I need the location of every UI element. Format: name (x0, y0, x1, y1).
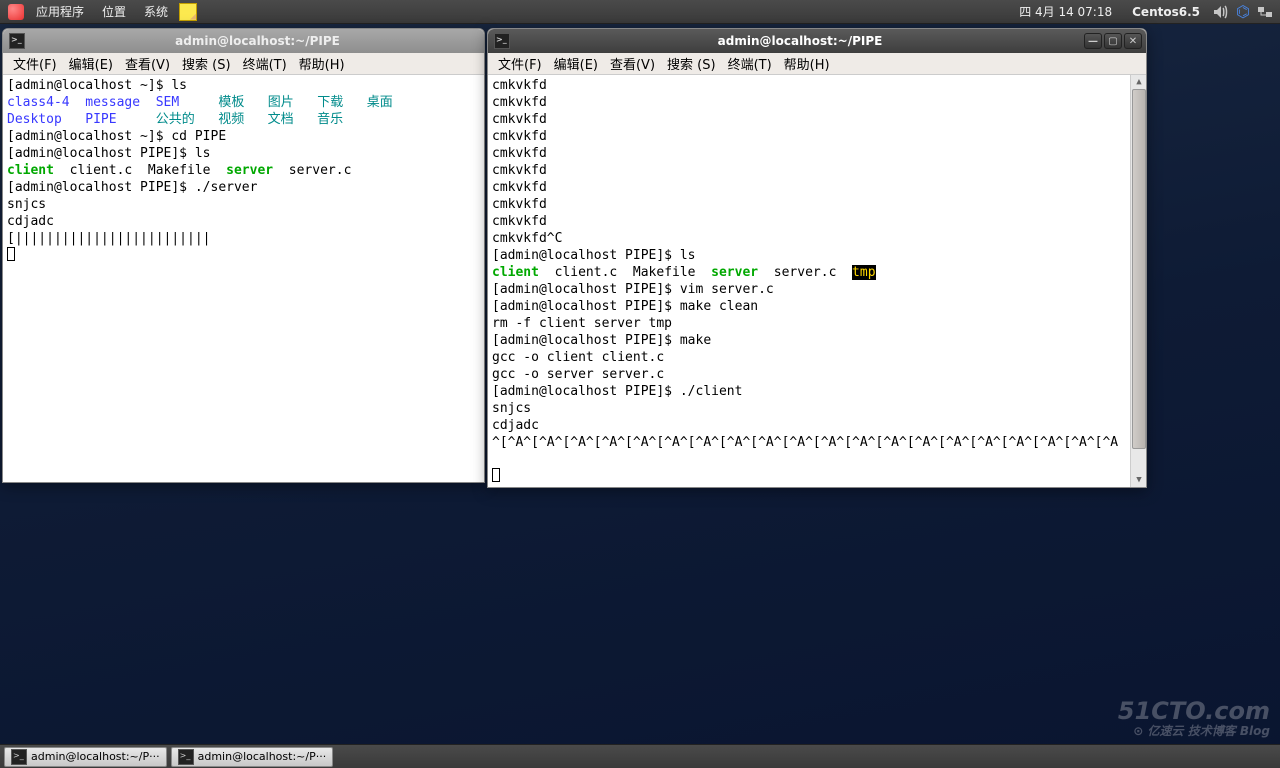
cursor (7, 247, 15, 261)
bottom-panel: admin@localhost:~/P··· admin@localhost:~… (0, 744, 1280, 768)
gnome-icon (6, 2, 26, 22)
scroll-thumb[interactable] (1132, 89, 1146, 449)
menu-view[interactable]: 查看(V) (119, 52, 176, 75)
menu-help[interactable]: 帮助(H) (778, 52, 836, 75)
menu-help[interactable]: 帮助(H) (293, 52, 351, 75)
menu-edit[interactable]: 编辑(E) (63, 52, 119, 75)
menu-system[interactable]: 系统 (136, 1, 176, 22)
menu-terminal[interactable]: 终端(T) (722, 52, 778, 75)
terminal-icon (494, 33, 510, 49)
task-button-2[interactable]: admin@localhost:~/P··· (171, 747, 334, 767)
watermark: 51CTO.com ⊙ 亿速云 技术博客 Blog (1118, 698, 1270, 738)
volume-icon[interactable] (1212, 3, 1230, 21)
clock[interactable]: 四 4月 14 07:18 (1011, 1, 1120, 22)
top-panel: 应用程序 位置 系统 四 4月 14 07:18 Centos6.5 ⌬ (0, 0, 1280, 24)
minimize-button[interactable]: — (1084, 33, 1102, 49)
task-button-1[interactable]: admin@localhost:~/P··· (4, 747, 167, 767)
titlebar[interactable]: admin@localhost:~/PIPE — ▢ ✕ (488, 29, 1146, 53)
bluetooth-icon[interactable]: ⌬ (1234, 3, 1252, 21)
window-title: admin@localhost:~/PIPE (516, 34, 1084, 48)
menu-terminal[interactable]: 终端(T) (237, 52, 293, 75)
menu-view[interactable]: 查看(V) (604, 52, 661, 75)
terminal-icon (178, 749, 194, 765)
notes-icon[interactable] (178, 2, 198, 22)
terminal-icon (9, 33, 25, 49)
hostname-label: Centos6.5 (1124, 3, 1208, 21)
close-button[interactable]: ✕ (1124, 33, 1142, 49)
menubar: 文件(F) 编辑(E) 查看(V) 搜索 (S) 终端(T) 帮助(H) (488, 53, 1146, 75)
scroll-down-icon[interactable]: ▼ (1132, 473, 1146, 487)
window-title: admin@localhost:~/PIPE (31, 34, 484, 48)
menu-search[interactable]: 搜索 (S) (176, 52, 237, 75)
terminal-icon (11, 749, 27, 765)
menu-file[interactable]: 文件(F) (7, 52, 63, 75)
scroll-up-icon[interactable]: ▲ (1132, 75, 1146, 89)
terminal-window-server[interactable]: admin@localhost:~/PIPE 文件(F) 编辑(E) 查看(V)… (2, 28, 485, 483)
menu-edit[interactable]: 编辑(E) (548, 52, 604, 75)
menu-applications[interactable]: 应用程序 (28, 1, 92, 22)
cursor (492, 468, 500, 482)
maximize-button[interactable]: ▢ (1104, 33, 1122, 49)
menu-search[interactable]: 搜索 (S) (661, 52, 722, 75)
terminal-output[interactable]: cmkvkfd cmkvkfd cmkvkfd cmkvkfd cmkvkfd … (488, 75, 1146, 487)
terminal-window-client[interactable]: admin@localhost:~/PIPE — ▢ ✕ 文件(F) 编辑(E)… (487, 28, 1147, 488)
menubar: 文件(F) 编辑(E) 查看(V) 搜索 (S) 终端(T) 帮助(H) (3, 53, 484, 75)
scrollbar[interactable]: ▲ ▼ (1130, 75, 1146, 487)
menu-places[interactable]: 位置 (94, 1, 134, 22)
network-icon[interactable] (1256, 3, 1274, 21)
titlebar[interactable]: admin@localhost:~/PIPE (3, 29, 484, 53)
menu-file[interactable]: 文件(F) (492, 52, 548, 75)
terminal-output[interactable]: [admin@localhost ~]$ ls class4-4 message… (3, 75, 484, 482)
